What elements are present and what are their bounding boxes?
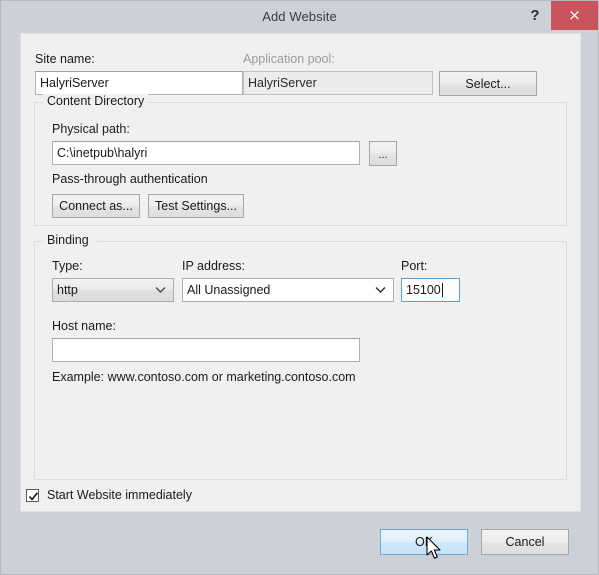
text-caret: [441, 283, 443, 297]
physical-path-input[interactable]: C:\inetpub\halyri: [52, 141, 360, 165]
binding-group: Binding Type: http IP address: All Unass…: [34, 233, 567, 480]
application-pool-label: Application pool:: [243, 52, 335, 66]
port-value: 15100: [406, 283, 441, 297]
title-bar: Add Website ? ×: [1, 1, 598, 32]
host-name-example-label: Example: www.contoso.com or marketing.co…: [52, 370, 356, 384]
binding-type-select[interactable]: http: [52, 278, 174, 302]
start-website-immediately-checkbox[interactable]: Start Website immediately: [26, 488, 192, 502]
site-name-label: Site name:: [35, 52, 95, 66]
start-website-immediately-label: Start Website immediately: [47, 488, 192, 502]
close-button[interactable]: ×: [551, 1, 598, 30]
browse-physical-path-button[interactable]: ...: [369, 141, 397, 166]
ip-address-select[interactable]: All Unassigned: [182, 278, 394, 302]
select-app-pool-button[interactable]: Select...: [439, 71, 537, 96]
binding-group-title: Binding: [43, 233, 93, 247]
binding-type-label: Type:: [52, 259, 83, 273]
ok-button[interactable]: OK: [380, 529, 468, 555]
pass-through-authentication-label: Pass-through authentication: [52, 172, 208, 186]
ip-address-value: All Unassigned: [187, 283, 271, 297]
group-border-top: [35, 241, 566, 242]
content-directory-group: Content Directory Physical path: C:\inet…: [34, 94, 567, 226]
close-icon: ×: [568, 6, 581, 24]
binding-type-value: http: [57, 283, 78, 297]
ip-address-label: IP address:: [182, 259, 246, 273]
cancel-button[interactable]: Cancel: [481, 529, 569, 555]
help-icon[interactable]: ?: [519, 1, 551, 30]
chevron-down-icon: [155, 287, 166, 294]
application-pool-input: HalyriServer: [243, 71, 433, 95]
content-directory-group-title: Content Directory: [43, 94, 149, 108]
test-settings-button[interactable]: Test Settings...: [148, 194, 244, 218]
port-label: Port:: [401, 259, 428, 273]
host-name-label: Host name:: [52, 319, 116, 333]
connect-as-button[interactable]: Connect as...: [52, 194, 140, 218]
add-website-dialog: Add Website ? × Site name: HalyriServer …: [0, 0, 599, 575]
site-name-input[interactable]: HalyriServer: [35, 71, 243, 95]
physical-path-label: Physical path:: [52, 122, 130, 136]
checkbox-box: [26, 488, 39, 502]
window-title: Add Website: [262, 9, 337, 24]
title-bar-buttons: ? ×: [519, 1, 598, 32]
chevron-down-icon: [375, 287, 386, 294]
host-name-input[interactable]: [52, 338, 360, 362]
dialog-content-panel: Site name: HalyriServer Application pool…: [20, 33, 581, 512]
port-input[interactable]: 15100: [401, 278, 460, 302]
checkmark-icon: [28, 491, 39, 501]
